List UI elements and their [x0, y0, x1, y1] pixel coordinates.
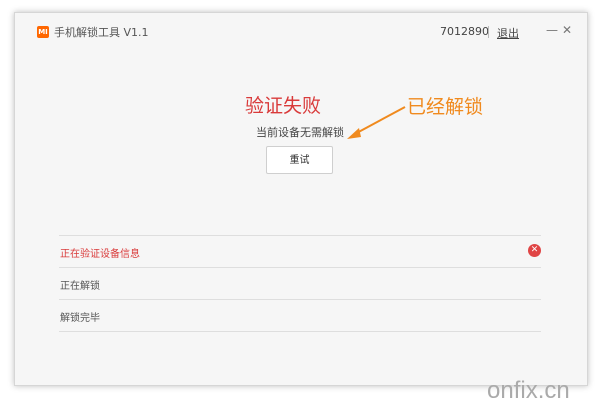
annotation-label: 已经解锁 [407, 96, 484, 118]
result-title: 验证失败 [245, 95, 322, 117]
step-verify-device: 正在验证设备信息 ✕ [59, 235, 541, 267]
app-title: 手机解锁工具 V1.1 [54, 26, 149, 39]
step-unlock-complete: 解锁完毕 [59, 299, 541, 332]
account-id: 7012890 [440, 25, 489, 38]
close-button[interactable]: ✕ [562, 23, 572, 37]
divider [488, 26, 489, 38]
progress-steps: 正在验证设备信息 ✕ 正在解锁 解锁完毕 [59, 235, 541, 332]
retry-button[interactable]: 重试 [266, 146, 333, 174]
annotation-arrow-icon [347, 106, 406, 139]
logout-link[interactable]: 退出 [497, 25, 519, 41]
mi-logo-icon: MI [37, 26, 49, 38]
minimize-button[interactable]: — [546, 23, 558, 37]
x-circle-icon: ✕ [528, 244, 541, 257]
watermark: onfix.cn [487, 377, 570, 404]
step-unlocking: 正在解锁 [59, 267, 541, 299]
step-label: 解锁完毕 [60, 313, 100, 324]
step-label: 正在验证设备信息 [60, 249, 140, 260]
app-window: MI 手机解锁工具 V1.1 7012890 退出 — ✕ 验证失败 当前设备无… [14, 12, 588, 386]
step-label: 正在解锁 [60, 281, 100, 292]
result-description: 当前设备无需解锁 [256, 126, 344, 139]
titlebar: MI 手机解锁工具 V1.1 7012890 退出 — ✕ [15, 13, 587, 51]
